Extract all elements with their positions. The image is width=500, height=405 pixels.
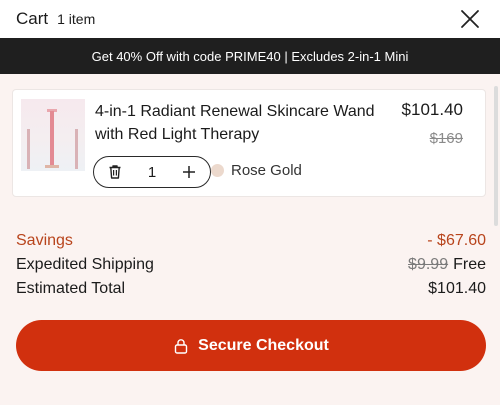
total-label: Estimated Total [16,280,126,297]
cart-item-card: 4-in-1 Radiant Renewal Skincare Wand wit… [12,89,486,197]
product-original-price: $169 [429,130,463,147]
product-name[interactable]: 4-in-1 Radiant Renewal Skincare Wand wit… [95,100,395,146]
secure-checkout-button[interactable]: Secure Checkout [16,320,486,371]
scrollbar[interactable] [494,86,498,226]
savings-value: - $67.60 [427,232,486,249]
shipping-row: Expedited Shipping $9.99 Free [16,253,486,277]
cart-header: Cart 1 item [0,0,500,38]
quantity-value: 1 [147,163,157,181]
product-image [21,99,85,171]
checkout-label: Secure Checkout [198,336,329,354]
product-price: $101.40 [401,100,463,119]
promo-banner: Get 40% Off with code PRIME40 | Excludes… [0,38,500,74]
close-icon[interactable] [458,7,482,31]
total-row: Estimated Total $101.40 [16,277,486,301]
savings-label: Savings [16,232,73,249]
shipping-price: $9.99 Free [408,256,486,274]
promo-text: Get 40% Off with code PRIME40 | Excludes… [91,48,409,64]
variant-name: Rose Gold [231,162,302,179]
shipping-value: Free [453,256,486,273]
quantity-stepper: 1 [93,156,211,188]
lock-icon [173,338,189,354]
total-value: $101.40 [428,280,486,297]
cart-item-count: 1 item [57,11,96,27]
shipping-label: Expedited Shipping [16,256,154,273]
variant-label: Rose Gold [211,162,302,179]
trash-icon[interactable] [106,163,124,181]
variant-swatch [211,164,224,177]
shipping-original-price: $9.99 [408,256,449,273]
cart-title: Cart [16,9,49,28]
plus-icon[interactable] [180,163,198,181]
order-summary: Savings - $67.60 Expedited Shipping $9.9… [16,229,486,301]
savings-row: Savings - $67.60 [16,229,486,253]
